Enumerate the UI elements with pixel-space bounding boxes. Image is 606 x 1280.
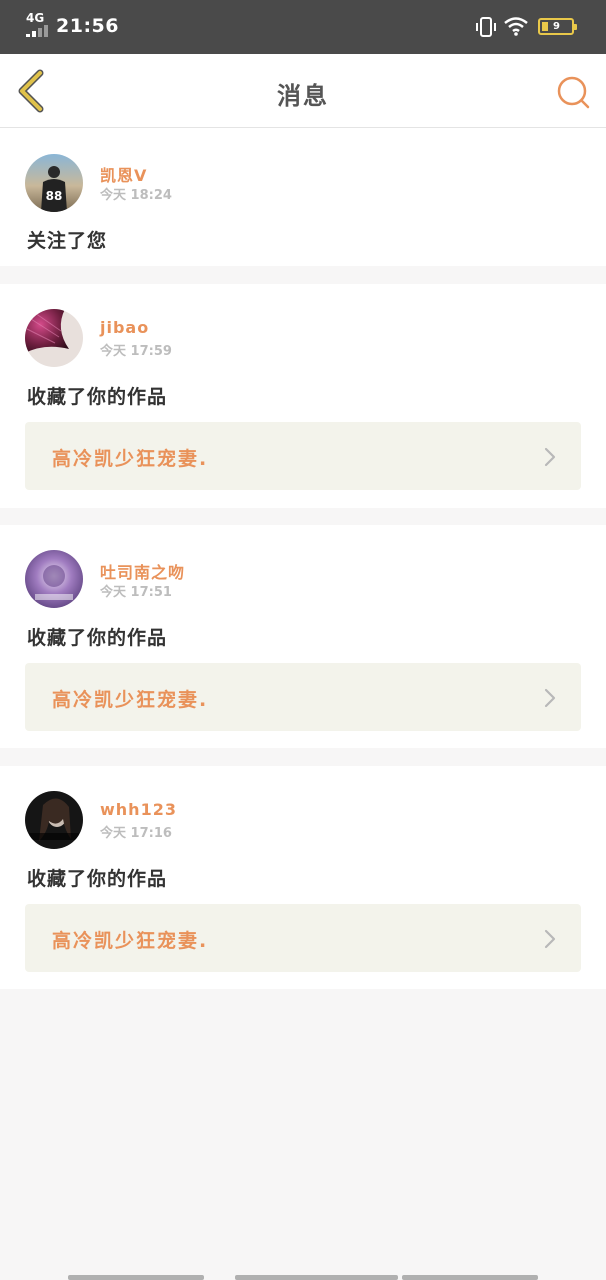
work-title: 高冷凯少狂宠妻.: [52, 930, 209, 952]
work-link[interactable]: 高冷凯少狂宠妻.: [25, 904, 581, 972]
message-time: 今天 17:16: [100, 826, 172, 841]
username[interactable]: 吐司南之吻: [100, 559, 185, 583]
message-action: 收藏了你的作品: [27, 386, 168, 408]
message-time: 今天 18:24: [100, 188, 172, 203]
battery-icon: 9: [538, 18, 577, 35]
nav-handle[interactable]: [68, 1275, 204, 1280]
chevron-right-icon: [544, 447, 556, 467]
username[interactable]: 凯恩V: [100, 162, 147, 186]
wifi-icon: [504, 17, 528, 36]
search-icon[interactable]: [555, 74, 591, 110]
message-action: 关注了您: [27, 230, 108, 252]
chevron-right-icon: [544, 688, 556, 708]
nav-handle[interactable]: [402, 1275, 538, 1280]
work-link[interactable]: 高冷凯少狂宠妻.: [25, 422, 581, 490]
vibrate-icon: [476, 17, 496, 37]
nav-handle[interactable]: [235, 1275, 398, 1280]
avatar[interactable]: [25, 309, 83, 367]
avatar[interactable]: [25, 791, 83, 849]
signal-icon: [26, 25, 50, 37]
work-title: 高冷凯少狂宠妻.: [52, 689, 209, 711]
svg-text:88: 88: [46, 189, 63, 203]
message-card: jibao 今天 17:59 收藏了你的作品 高冷凯少狂宠妻.: [0, 284, 606, 508]
message-time: 今天 17:51: [100, 585, 172, 600]
avatar[interactable]: [25, 550, 83, 608]
username[interactable]: whh123: [100, 800, 177, 819]
message-time: 今天 17:59: [100, 344, 172, 359]
message-action: 收藏了你的作品: [27, 627, 168, 649]
chevron-right-icon: [544, 929, 556, 949]
work-title: 高冷凯少狂宠妻.: [52, 448, 209, 470]
avatar[interactable]: 88: [25, 154, 83, 212]
message-card: whh123 今天 17:16 收藏了你的作品 高冷凯少狂宠妻.: [0, 766, 606, 989]
work-link[interactable]: 高冷凯少狂宠妻.: [25, 663, 581, 731]
status-time: 21:56: [56, 15, 119, 37]
network-type: 4G: [26, 11, 45, 25]
message-card: 吐司南之吻 今天 17:51 收藏了你的作品 高冷凯少狂宠妻.: [0, 525, 606, 748]
username[interactable]: jibao: [100, 318, 149, 337]
message-action: 收藏了你的作品: [27, 868, 168, 890]
battery-level: 9: [553, 21, 560, 32]
page-title: 消息: [277, 82, 329, 110]
message-card: 88 凯恩V 今天 18:24 关注了您: [0, 128, 606, 266]
header-bar: 消息: [0, 54, 606, 128]
status-bar: 4G 21:56 9: [0, 0, 606, 54]
